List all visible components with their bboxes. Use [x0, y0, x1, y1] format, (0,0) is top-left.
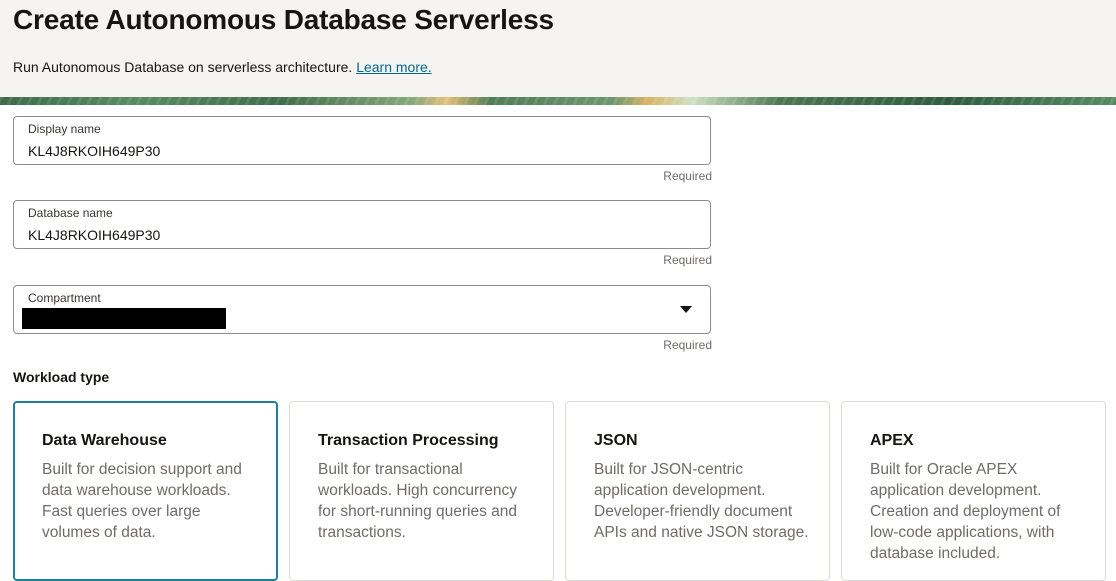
display-name-label: Display name — [28, 122, 101, 136]
workload-type-label: Workload type — [13, 369, 110, 385]
workload-card-description: Built for JSON-centric application devel… — [594, 461, 809, 541]
workload-card-apex[interactable]: APEX Built for Oracle APEX application d… — [841, 401, 1106, 581]
workload-card-title: APEX — [870, 432, 914, 449]
page-title: Create Autonomous Database Serverless — [13, 4, 554, 35]
redacted-compartment-value — [22, 308, 226, 329]
database-name-label: Database name — [28, 206, 113, 220]
workload-card-title: Data Warehouse — [42, 432, 167, 449]
chevron-down-icon[interactable] — [680, 306, 692, 313]
database-name-field[interactable]: Database name — [13, 200, 711, 249]
workload-card-transaction-processing[interactable]: Transaction Processing Built for transac… — [289, 401, 554, 581]
compartment-label: Compartment — [28, 291, 101, 305]
display-name-required: Required — [663, 169, 712, 183]
workload-card-description: Built for transactional workloads. High … — [318, 461, 518, 541]
decorative-banner — [0, 97, 1116, 105]
compartment-required: Required — [663, 338, 712, 352]
database-name-required: Required — [663, 253, 712, 267]
database-name-input[interactable] — [28, 226, 628, 244]
subtitle-text: Run Autonomous Database on serverless ar… — [13, 59, 353, 75]
compartment-select[interactable]: Compartment — [13, 285, 711, 334]
workload-card-description: Built for decision support and data ware… — [42, 461, 242, 541]
workload-card-data-warehouse[interactable]: Data Warehouse Built for decision suppor… — [13, 401, 278, 581]
learn-more-link[interactable]: Learn more. — [356, 59, 431, 75]
workload-card-json[interactable]: JSON Built for JSON-centric application … — [565, 401, 830, 581]
display-name-field[interactable]: Display name — [13, 116, 711, 165]
page-header: Create Autonomous Database Serverless Ru… — [0, 0, 1116, 97]
display-name-input[interactable] — [28, 142, 628, 160]
workload-card-title: JSON — [594, 432, 638, 449]
workload-card-title: Transaction Processing — [318, 432, 499, 449]
page-subtitle: Run Autonomous Database on serverless ar… — [13, 58, 432, 76]
workload-card-description: Built for Oracle APEX application develo… — [870, 461, 1061, 562]
